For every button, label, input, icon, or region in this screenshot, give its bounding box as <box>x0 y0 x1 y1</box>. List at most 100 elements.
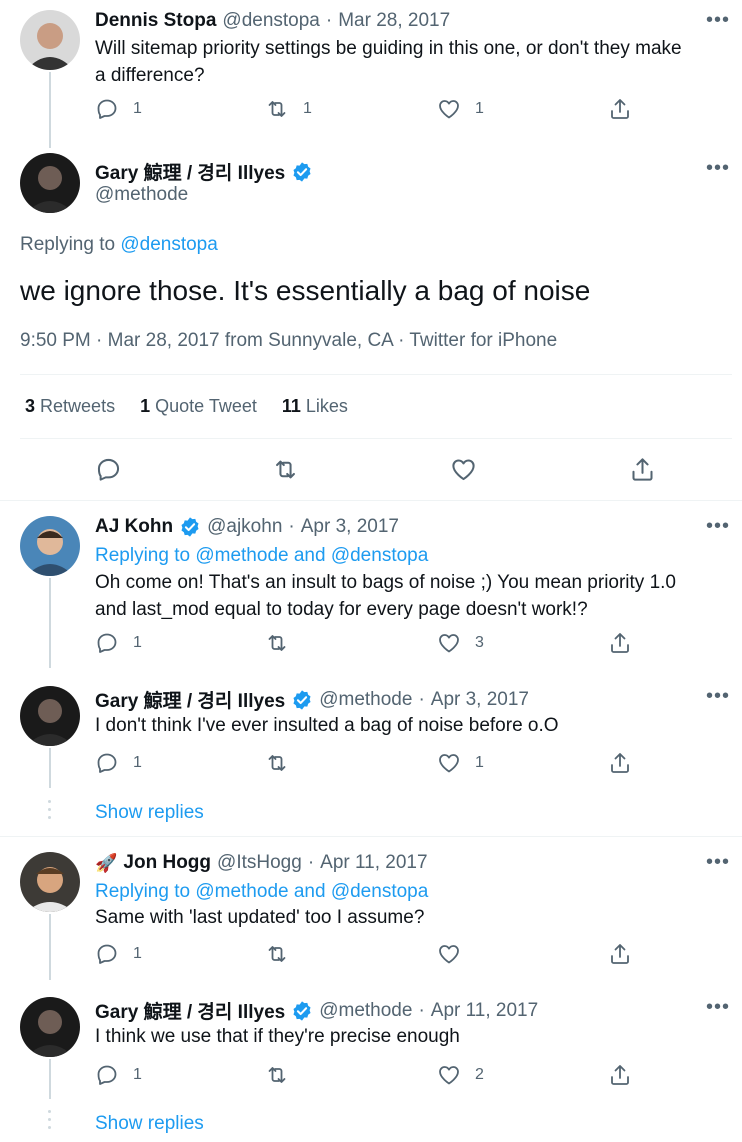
retweet-button[interactable] <box>265 1063 303 1087</box>
avatar[interactable] <box>20 153 80 213</box>
verified-badge-icon <box>293 1000 311 1021</box>
reply-button[interactable]: 1 <box>95 631 142 655</box>
author-name[interactable]: Jon Hogg <box>123 852 211 874</box>
tweet-text: Same with 'last updated' too I assume? <box>95 907 425 928</box>
heart-icon <box>439 1066 459 1085</box>
author-name[interactable]: Gary 鯨理 / 경리 Illyes <box>95 686 285 713</box>
share-icon <box>611 633 629 653</box>
tweet-date[interactable]: Mar 28, 2017 <box>338 10 450 32</box>
tweet-date[interactable]: Apr 11, 2017 <box>431 1000 538 1022</box>
retweet-count: 1 <box>303 100 312 117</box>
like-button[interactable] <box>437 942 475 966</box>
share-icon <box>611 944 629 964</box>
replying-to: Replying to @methode and @denstopa <box>95 881 429 902</box>
divider <box>0 836 742 837</box>
reply-button[interactable]: 1 <box>95 751 142 775</box>
replying-to-link[interactable]: @methode and @denstopa <box>195 545 428 566</box>
tweet-date[interactable]: Apr 3, 2017 <box>301 516 399 538</box>
retweet-icon <box>268 755 286 771</box>
show-replies-link[interactable]: Show replies <box>95 802 204 824</box>
author-name[interactable]: AJ Kohn <box>95 516 173 538</box>
author-name[interactable]: Gary 鯨理 / 경리 Illyes <box>95 158 285 185</box>
divider <box>0 500 742 501</box>
more-options-icon[interactable]: ••• <box>706 158 730 178</box>
reply-button[interactable]: 1 <box>95 97 142 121</box>
author-handle[interactable]: @methode <box>95 184 188 206</box>
author-handle[interactable]: @methode <box>319 1000 412 1022</box>
retweet-icon <box>276 460 295 479</box>
share-button[interactable] <box>608 751 632 775</box>
divider <box>20 438 732 439</box>
like-button[interactable] <box>450 456 477 483</box>
thread-line <box>49 914 51 980</box>
reply-count: 1 <box>133 100 142 117</box>
retweet-icon <box>268 946 286 962</box>
share-icon <box>611 753 629 773</box>
reply-count: 1 <box>133 945 142 962</box>
avatar[interactable] <box>20 10 80 70</box>
tweet-header: Dennis Stopa @denstopa · Mar 28, 2017 <box>95 10 451 32</box>
like-button[interactable]: 3 <box>437 631 484 655</box>
reply-icon <box>97 1065 117 1085</box>
engagement-stats: 3 Retweets 1 Quote Tweet 11 Likes <box>25 396 348 417</box>
more-options-icon[interactable]: ••• <box>706 997 730 1017</box>
like-button[interactable]: 1 <box>437 751 484 775</box>
tweet-text: I don't think I've ever insulted a bag o… <box>95 715 559 736</box>
quotes-stat[interactable]: 1 Quote Tweet <box>140 396 257 417</box>
tweet-meta[interactable]: 9:50 PM · Mar 28, 2017 from Sunnyvale, C… <box>20 330 557 352</box>
replying-to-link[interactable]: @methode and @denstopa <box>195 881 428 902</box>
tweet-text: Will sitemap priority settings be guidin… <box>95 38 682 86</box>
more-options-icon[interactable]: ••• <box>706 516 730 536</box>
like-count: 3 <box>475 634 484 651</box>
retweet-button[interactable] <box>265 751 303 775</box>
verified-badge-icon <box>181 517 199 537</box>
likes-stat[interactable]: 11 Likes <box>282 396 348 417</box>
reply-count: 1 <box>133 1066 142 1083</box>
share-icon <box>611 1065 629 1085</box>
author-handle[interactable]: @ajkohn <box>207 516 282 538</box>
author-handle[interactable]: @denstopa <box>222 10 319 32</box>
heart-icon <box>439 634 459 653</box>
retweet-button[interactable] <box>272 456 299 483</box>
share-button[interactable] <box>629 456 656 483</box>
retweet-icon <box>268 1067 286 1083</box>
replying-to: Replying to @methode and @denstopa <box>95 545 429 566</box>
share-button[interactable] <box>608 942 632 966</box>
author-handle[interactable]: @methode <box>319 689 412 711</box>
retweets-stat[interactable]: 3 Retweets <box>25 396 115 417</box>
show-replies-link[interactable]: Show replies <box>95 1113 204 1135</box>
retweet-button[interactable] <box>265 631 303 655</box>
thread-gap-dots <box>48 800 51 824</box>
author-name[interactable]: Dennis Stopa <box>95 10 216 32</box>
tweet-date[interactable]: Apr 3, 2017 <box>431 689 529 711</box>
like-count: 2 <box>475 1066 484 1083</box>
share-button[interactable] <box>608 97 632 121</box>
like-count: 1 <box>475 754 484 771</box>
share-button[interactable] <box>608 1063 632 1087</box>
retweet-icon <box>268 635 286 651</box>
reply-count: 1 <box>133 754 142 771</box>
reply-icon <box>97 944 117 964</box>
thread-line <box>49 1059 51 1099</box>
author-name[interactable]: Gary 鯨理 / 경리 Illyes <box>95 997 285 1024</box>
like-button[interactable]: 2 <box>437 1063 484 1087</box>
avatar[interactable] <box>20 686 80 746</box>
replying-to-link[interactable]: @denstopa <box>120 234 217 255</box>
author-handle[interactable]: @ItsHogg <box>217 852 302 874</box>
thread-line <box>49 748 51 788</box>
avatar[interactable] <box>20 516 80 576</box>
more-options-icon[interactable]: ••• <box>706 10 730 30</box>
avatar[interactable] <box>20 997 80 1057</box>
retweet-button[interactable] <box>265 942 303 966</box>
more-options-icon[interactable]: ••• <box>706 852 730 872</box>
retweet-button[interactable]: 1 <box>265 97 312 121</box>
more-options-icon[interactable]: ••• <box>706 686 730 706</box>
reply-button[interactable] <box>95 456 122 483</box>
main-tweet-header: Gary 鯨理 / 경리 Illyes <box>95 158 313 185</box>
avatar[interactable] <box>20 852 80 912</box>
share-button[interactable] <box>608 631 632 655</box>
reply-button[interactable]: 1 <box>95 1063 142 1087</box>
reply-button[interactable]: 1 <box>95 942 142 966</box>
like-button[interactable]: 1 <box>437 97 484 121</box>
tweet-date[interactable]: Apr 11, 2017 <box>320 852 427 874</box>
